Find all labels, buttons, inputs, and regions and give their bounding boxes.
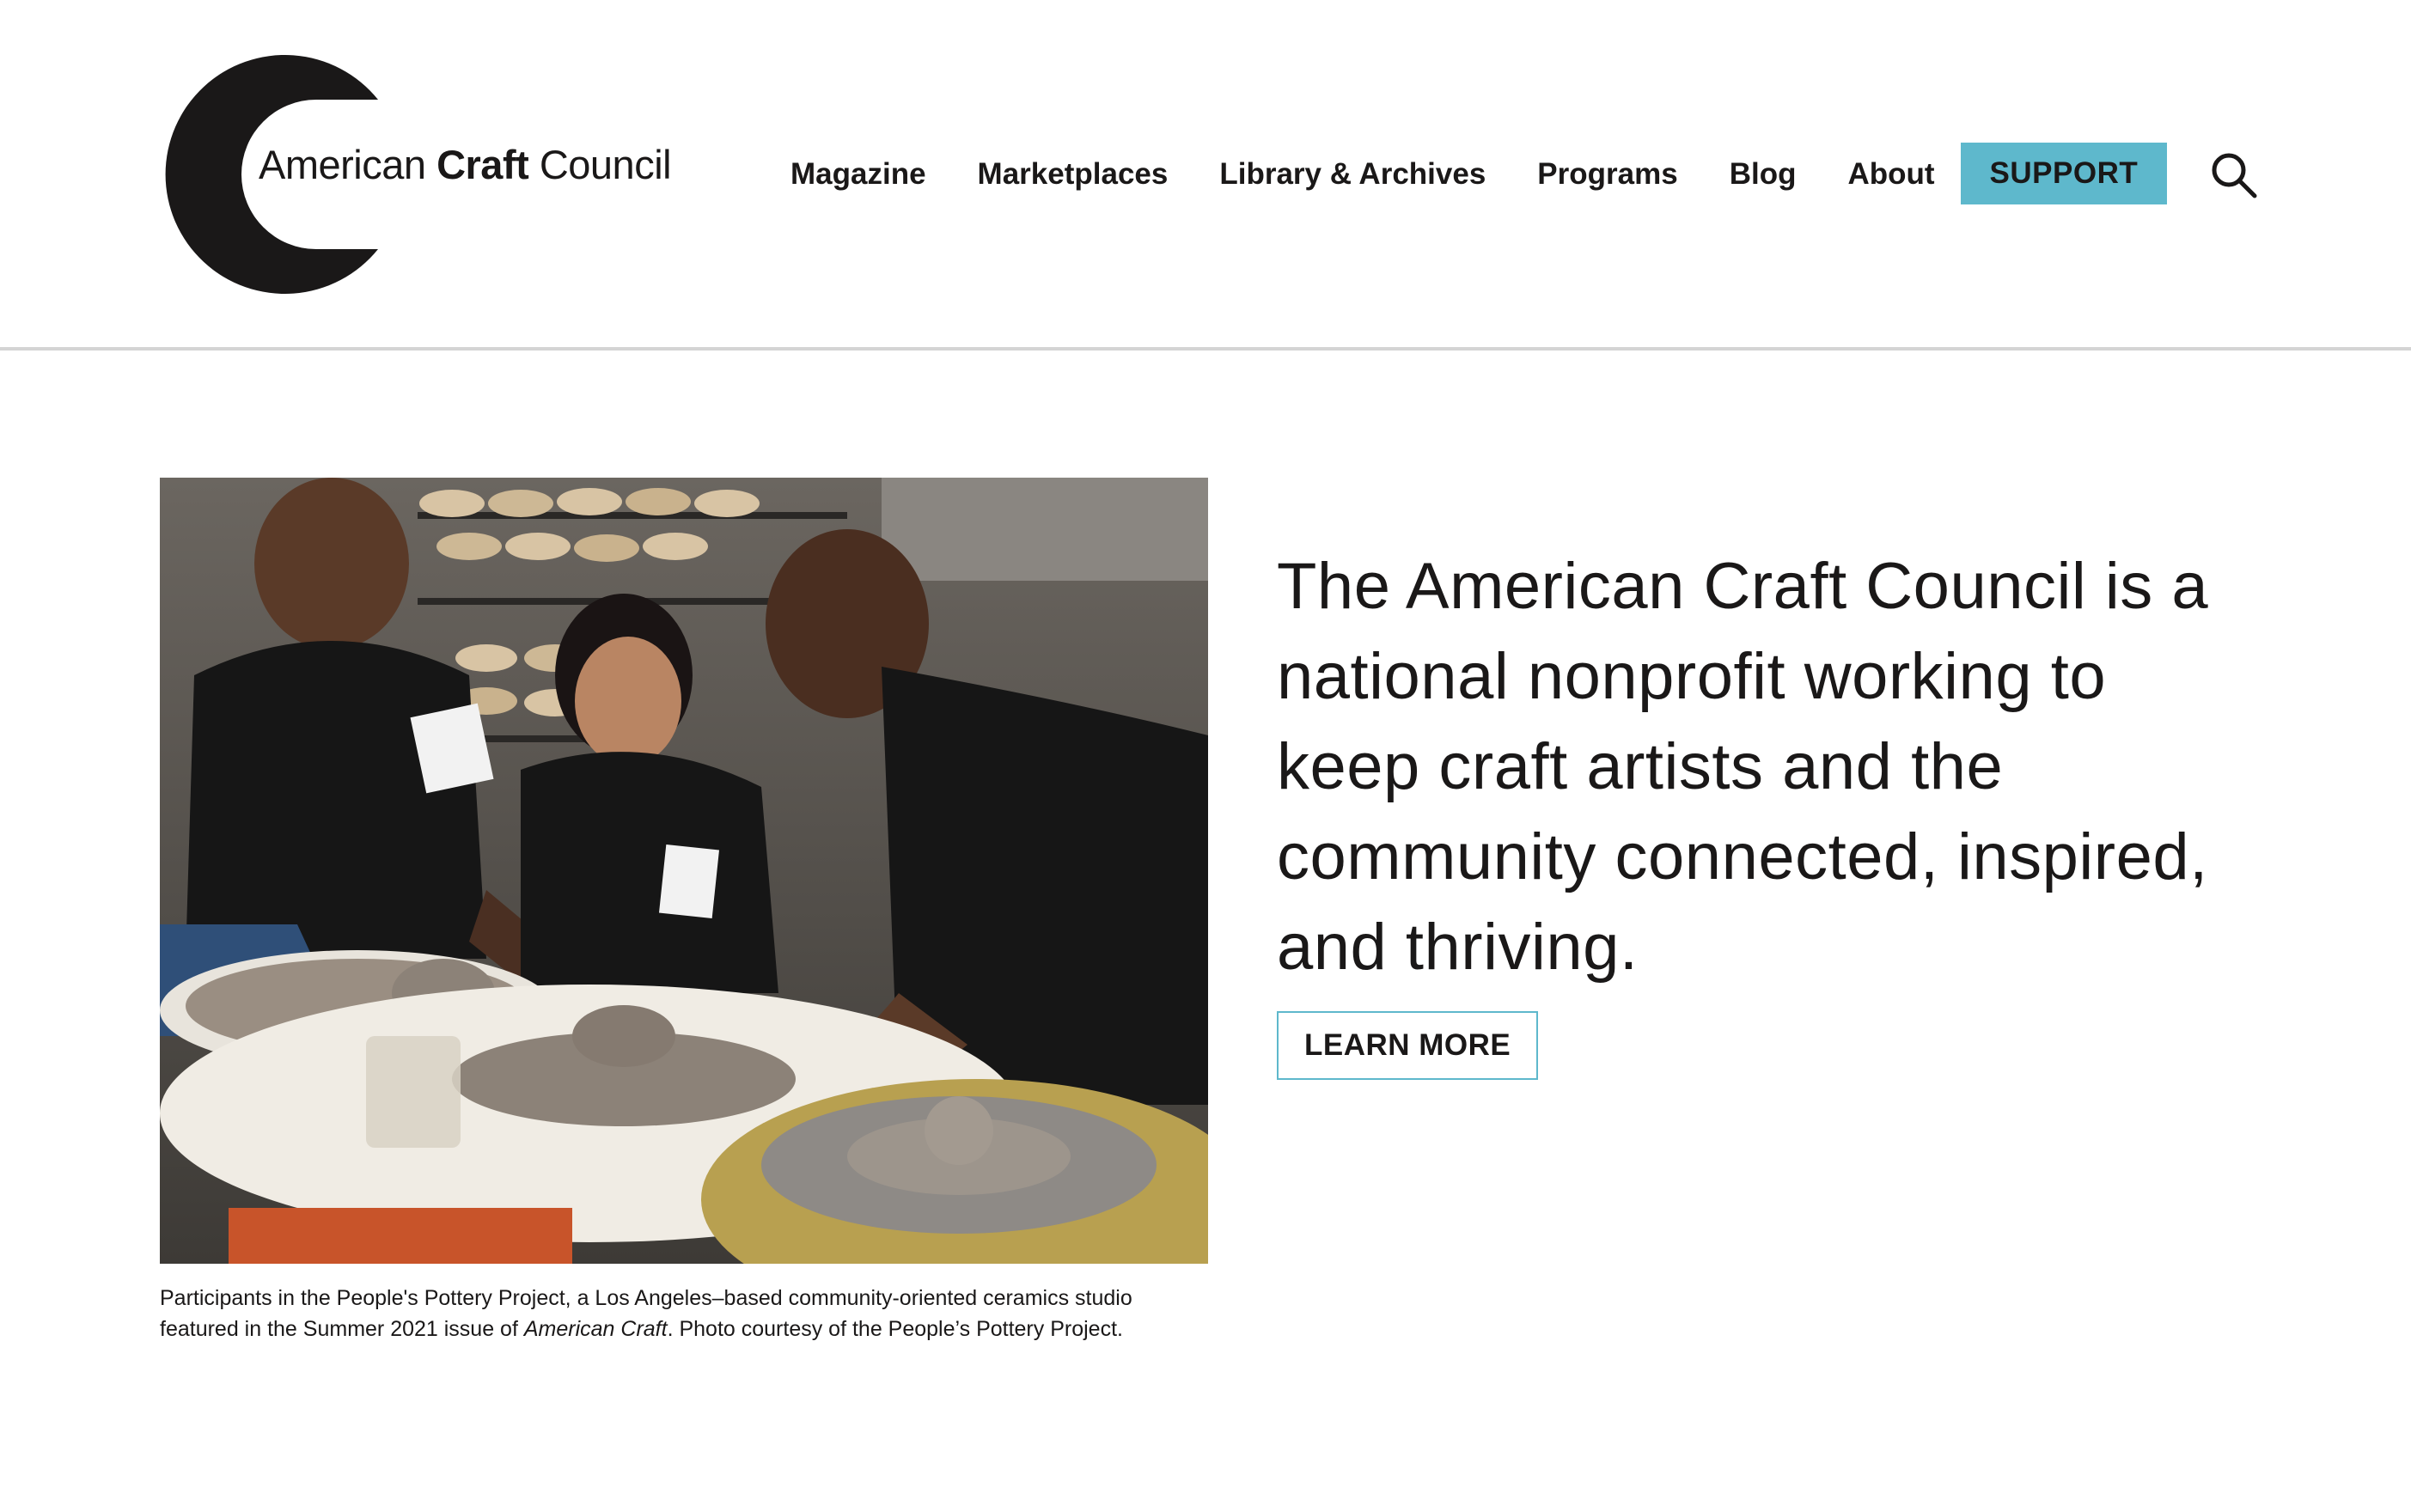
nav-item-magazine[interactable]: Magazine (790, 159, 926, 189)
logo-word-council: Council (539, 142, 672, 187)
logo-word-american: American (259, 142, 426, 187)
site-logo-link[interactable]: American Craft Council (160, 55, 672, 294)
hero-figure: Participants in the People's Pottery Pro… (160, 478, 1208, 1344)
nav-item-marketplaces[interactable]: Marketplaces (978, 159, 1169, 189)
caption-text-end: . Photo courtesy of the People’s Pottery… (667, 1317, 1123, 1341)
nav-item-about[interactable]: About (1847, 159, 1934, 189)
search-button[interactable] (2210, 151, 2258, 199)
nav-item-programs[interactable]: Programs (1537, 159, 1677, 189)
search-icon (2212, 153, 2257, 198)
caption-magazine-title: American Craft (523, 1317, 668, 1341)
mission-statement: The American Craft Council is a national… (1277, 550, 2209, 984)
site-header: American Craft Council Magazine Marketpl… (0, 0, 2411, 351)
hero-caption: Participants in the People's Pottery Pro… (160, 1283, 1208, 1344)
hero-copy: The American Craft Council is a national… (1277, 541, 2222, 1080)
nav-item-library-archives[interactable]: Library & Archives (1219, 159, 1486, 189)
logo-word-craft: Craft (436, 142, 529, 187)
hero-photo (160, 478, 1208, 1264)
support-button[interactable]: SUPPORT (1960, 143, 2168, 204)
nav-item-blog[interactable]: Blog (1730, 159, 1797, 189)
learn-more-button[interactable]: LEARN MORE (1277, 1011, 1539, 1080)
main-nav: Magazine Marketplaces Library & Archives… (790, 143, 2168, 204)
logo-wordmark: American Craft Council (259, 142, 672, 187)
pottery-photo-illustration (160, 478, 1208, 1264)
